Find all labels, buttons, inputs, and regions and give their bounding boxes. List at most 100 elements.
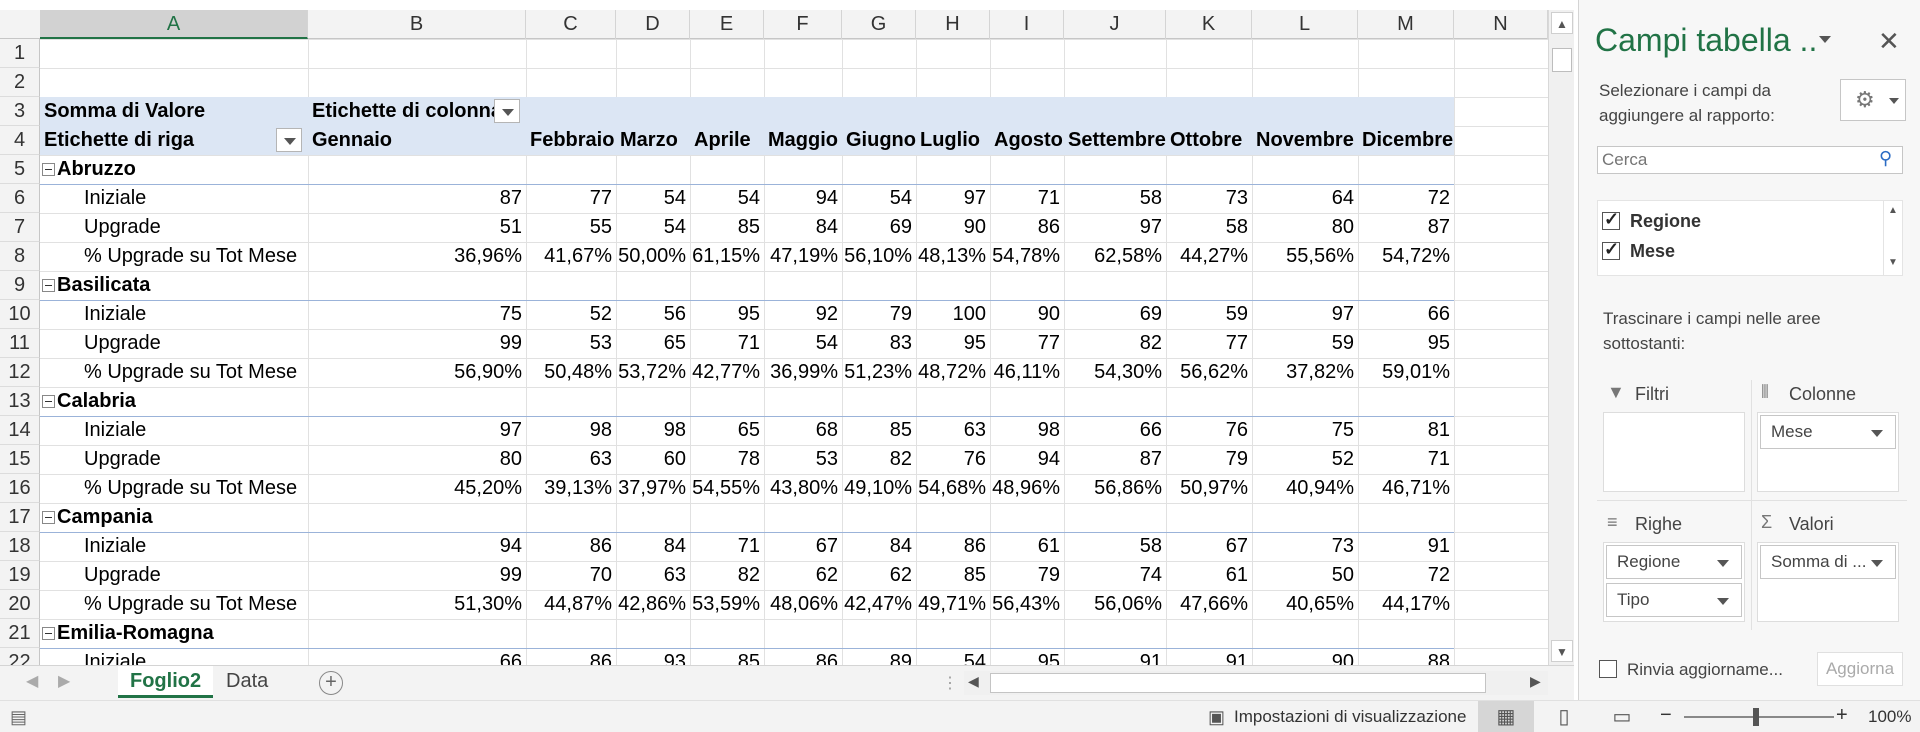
value-cell[interactable]: 58: [1064, 534, 1162, 561]
add-sheet-button[interactable]: +: [319, 671, 343, 695]
value-cell[interactable]: 54: [842, 186, 912, 213]
value-cell[interactable]: 71: [690, 534, 760, 561]
row-label[interactable]: Upgrade: [84, 331, 161, 358]
value-cell[interactable]: 62,58%: [1064, 244, 1162, 271]
value-cell[interactable]: 87: [1358, 215, 1450, 242]
value-cell[interactable]: 56,90%: [308, 360, 522, 387]
row-header-13[interactable]: 13: [0, 387, 40, 416]
month-header-agosto[interactable]: Agosto: [994, 128, 1063, 155]
value-cell[interactable]: 99: [308, 563, 522, 590]
value-cell[interactable]: 65: [616, 331, 686, 358]
column-header-h[interactable]: H: [916, 10, 990, 39]
columns-chip-mese[interactable]: Mese: [1760, 415, 1896, 449]
month-header-marzo[interactable]: Marzo: [620, 128, 678, 155]
page-break-view-icon[interactable]: ▭: [1594, 701, 1650, 732]
row-header-5[interactable]: 5: [0, 155, 40, 184]
value-cell[interactable]: 73: [1252, 534, 1354, 561]
value-cell[interactable]: 85: [842, 418, 912, 445]
value-cell[interactable]: 97: [308, 418, 522, 445]
row-label[interactable]: % Upgrade su Tot Mese: [84, 244, 297, 271]
value-cell[interactable]: 40,94%: [1252, 476, 1354, 503]
value-cell[interactable]: 48,72%: [916, 360, 986, 387]
horizontal-scrollbar[interactable]: ◀ ▶: [964, 671, 1548, 695]
value-cell[interactable]: 88: [1358, 650, 1450, 665]
rows-chip-regione[interactable]: Regione: [1606, 545, 1742, 579]
value-cell[interactable]: 64: [1252, 186, 1354, 213]
value-cell[interactable]: 44,17%: [1358, 592, 1450, 619]
value-cell[interactable]: 82: [690, 563, 760, 590]
value-cell[interactable]: 58: [1166, 215, 1248, 242]
value-cell[interactable]: 82: [842, 447, 912, 474]
filters-drop-zone[interactable]: [1603, 412, 1745, 492]
horizontal-scroll-thumb[interactable]: [990, 673, 1486, 693]
row-header-19[interactable]: 19: [0, 561, 40, 590]
value-cell[interactable]: 80: [308, 447, 522, 474]
row-header-10[interactable]: 10: [0, 300, 40, 329]
value-cell[interactable]: 56,06%: [1064, 592, 1162, 619]
row-label[interactable]: Upgrade: [84, 563, 161, 590]
column-header-l[interactable]: L: [1252, 10, 1358, 39]
value-cell[interactable]: 54: [690, 186, 760, 213]
value-cell[interactable]: 84: [764, 215, 838, 242]
value-cell[interactable]: 50,97%: [1166, 476, 1248, 503]
gear-icon[interactable]: ⚙: [1840, 79, 1906, 121]
value-cell[interactable]: 58: [1064, 186, 1162, 213]
value-cell[interactable]: 59,01%: [1358, 360, 1450, 387]
collapse-icon[interactable]: [42, 163, 55, 176]
row-label[interactable]: % Upgrade su Tot Mese: [84, 592, 297, 619]
value-cell[interactable]: 66: [1358, 302, 1450, 329]
scroll-right-icon[interactable]: ▶: [1530, 673, 1541, 690]
row-header-9[interactable]: 9: [0, 271, 40, 300]
value-cell[interactable]: 46,71%: [1358, 476, 1450, 503]
value-cell[interactable]: 71: [990, 186, 1060, 213]
value-cell[interactable]: 63: [916, 418, 986, 445]
field-list-scrollbar[interactable]: ▲ ▼: [1883, 201, 1903, 275]
month-header-luglio[interactable]: Luglio: [920, 128, 980, 155]
month-header-aprile[interactable]: Aprile: [694, 128, 751, 155]
region-header[interactable]: Basilicata: [42, 273, 150, 300]
value-cell[interactable]: 76: [1166, 418, 1248, 445]
value-cell[interactable]: 86: [526, 650, 612, 665]
value-cell[interactable]: 69: [1064, 302, 1162, 329]
row-label[interactable]: Iniziale: [84, 418, 146, 445]
month-header-febbraio[interactable]: Febbraio: [530, 128, 614, 155]
values-chip-somma[interactable]: Somma di ...: [1760, 545, 1896, 579]
value-cell[interactable]: 37,97%: [616, 476, 686, 503]
value-cell[interactable]: 56,62%: [1166, 360, 1248, 387]
value-cell[interactable]: 61: [1166, 563, 1248, 590]
pivot-column-labels[interactable]: Etichette di colonna: [312, 99, 502, 126]
value-cell[interactable]: 73: [1166, 186, 1248, 213]
value-cell[interactable]: 94: [990, 447, 1060, 474]
value-cell[interactable]: 86: [764, 650, 838, 665]
row-header-6[interactable]: 6: [0, 184, 40, 213]
field-item-mese[interactable]: Mese: [1602, 239, 1675, 262]
value-cell[interactable]: 79: [842, 302, 912, 329]
rows-chip-tipo[interactable]: Tipo: [1606, 583, 1742, 617]
value-cell[interactable]: 52: [1252, 447, 1354, 474]
value-cell[interactable]: 93: [616, 650, 686, 665]
value-cell[interactable]: 71: [690, 331, 760, 358]
value-cell[interactable]: 49,10%: [842, 476, 912, 503]
value-cell[interactable]: 66: [308, 650, 522, 665]
value-cell[interactable]: 62: [842, 563, 912, 590]
value-cell[interactable]: 54,30%: [1064, 360, 1162, 387]
scroll-up-icon[interactable]: ▲: [1551, 12, 1573, 34]
value-cell[interactable]: 95: [1358, 331, 1450, 358]
value-cell[interactable]: 53: [764, 447, 838, 474]
value-cell[interactable]: 69: [842, 215, 912, 242]
pivot-row-labels[interactable]: Etichette di riga: [44, 128, 194, 155]
value-cell[interactable]: 36,96%: [308, 244, 522, 271]
value-cell[interactable]: 54: [916, 650, 986, 665]
value-cell[interactable]: 71: [1358, 447, 1450, 474]
value-cell[interactable]: 98: [526, 418, 612, 445]
value-cell[interactable]: 67: [764, 534, 838, 561]
region-header[interactable]: Campania: [42, 505, 153, 532]
row-label[interactable]: Upgrade: [84, 215, 161, 242]
value-cell[interactable]: 90: [916, 215, 986, 242]
value-cell[interactable]: 94: [308, 534, 522, 561]
checkbox-regione[interactable]: [1602, 209, 1620, 230]
row-header-2[interactable]: 2: [0, 68, 40, 97]
value-cell[interactable]: 82: [1064, 331, 1162, 358]
row-header-16[interactable]: 16: [0, 474, 40, 503]
value-cell[interactable]: 84: [842, 534, 912, 561]
